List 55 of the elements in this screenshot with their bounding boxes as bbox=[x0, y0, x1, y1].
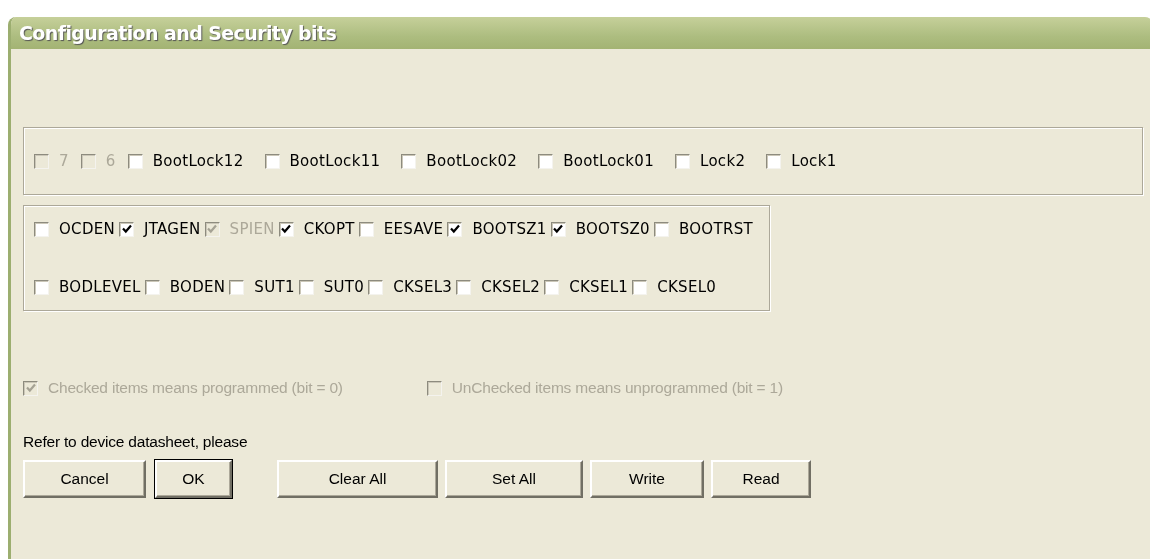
button[interactable]: Clear All bbox=[277, 460, 438, 498]
checkbox-label: OCDEN bbox=[59, 220, 116, 238]
checkbox-label: CKSEL0 bbox=[657, 278, 717, 296]
button[interactable]: Cancel bbox=[23, 460, 146, 498]
checkbox[interactable] bbox=[229, 279, 245, 295]
checkbox-label: Lock2 bbox=[700, 152, 746, 170]
checkbox-label: Lock1 bbox=[791, 152, 837, 170]
checkbox-label: Checked items means programmed (bit = 0) bbox=[48, 379, 343, 397]
checkbox-label: CKOPT bbox=[303, 220, 355, 238]
checkbox-label: BOOTSZ1 bbox=[472, 220, 547, 238]
checkbox-label: BODEN bbox=[169, 278, 226, 296]
checkbox[interactable] bbox=[538, 153, 554, 169]
button[interactable]: Set All bbox=[445, 460, 583, 498]
checkbox-label: SPIEN bbox=[229, 220, 275, 238]
checkbox[interactable] bbox=[144, 279, 160, 295]
checkbox[interactable] bbox=[550, 221, 566, 237]
checkbox-label: BootLock11 bbox=[289, 152, 381, 170]
checkbox[interactable] bbox=[401, 153, 417, 169]
checkbox-label: CKSEL1 bbox=[569, 278, 629, 296]
checkbox[interactable] bbox=[278, 221, 294, 237]
checkbox-label: CKSEL2 bbox=[481, 278, 541, 296]
checkbox-label: BootLock12 bbox=[152, 152, 244, 170]
checkbox-label: EESAVE bbox=[383, 220, 444, 238]
checkbox-label: CKSEL3 bbox=[393, 278, 453, 296]
button[interactable]: Write bbox=[590, 460, 704, 498]
checkbox[interactable] bbox=[358, 221, 374, 237]
checkbox-label: SUT0 bbox=[323, 278, 365, 296]
window-title: Configuration and Security bits bbox=[19, 22, 337, 44]
checkbox-label: UnChecked items means unprogrammed (bit = 1) bbox=[451, 379, 783, 397]
checkbox[interactable] bbox=[298, 279, 314, 295]
button[interactable]: OK bbox=[155, 460, 232, 498]
checkbox[interactable] bbox=[456, 279, 472, 295]
checkbox[interactable] bbox=[127, 153, 143, 169]
checkbox[interactable] bbox=[447, 221, 463, 237]
checkbox[interactable] bbox=[119, 221, 135, 237]
checkbox-label: BOOTRST bbox=[678, 220, 753, 238]
button[interactable]: Read bbox=[711, 460, 811, 498]
checkbox-label: BootLock01 bbox=[563, 152, 654, 170]
checkbox-label: SUT1 bbox=[254, 278, 295, 296]
checkbox-label: 6 bbox=[105, 152, 116, 170]
checkbox[interactable] bbox=[632, 279, 648, 295]
checkbox[interactable] bbox=[34, 279, 49, 295]
checkbox[interactable] bbox=[264, 153, 280, 169]
checkbox-label: BootLock02 bbox=[426, 152, 518, 170]
checkbox[interactable] bbox=[766, 153, 782, 169]
note-text: Refer to device datasheet, please bbox=[23, 433, 249, 451]
checkbox[interactable] bbox=[653, 221, 669, 237]
checkbox-label: BOOTSZ0 bbox=[575, 220, 650, 238]
checkbox-label: JTAGEN bbox=[144, 220, 201, 238]
checkbox[interactable] bbox=[675, 153, 690, 169]
checkbox[interactable] bbox=[544, 279, 560, 295]
checkbox[interactable] bbox=[368, 279, 384, 295]
checkbox-label: BODLEVEL bbox=[59, 278, 141, 296]
checkbox[interactable] bbox=[34, 221, 49, 237]
checkbox-label: 7 bbox=[59, 152, 69, 170]
